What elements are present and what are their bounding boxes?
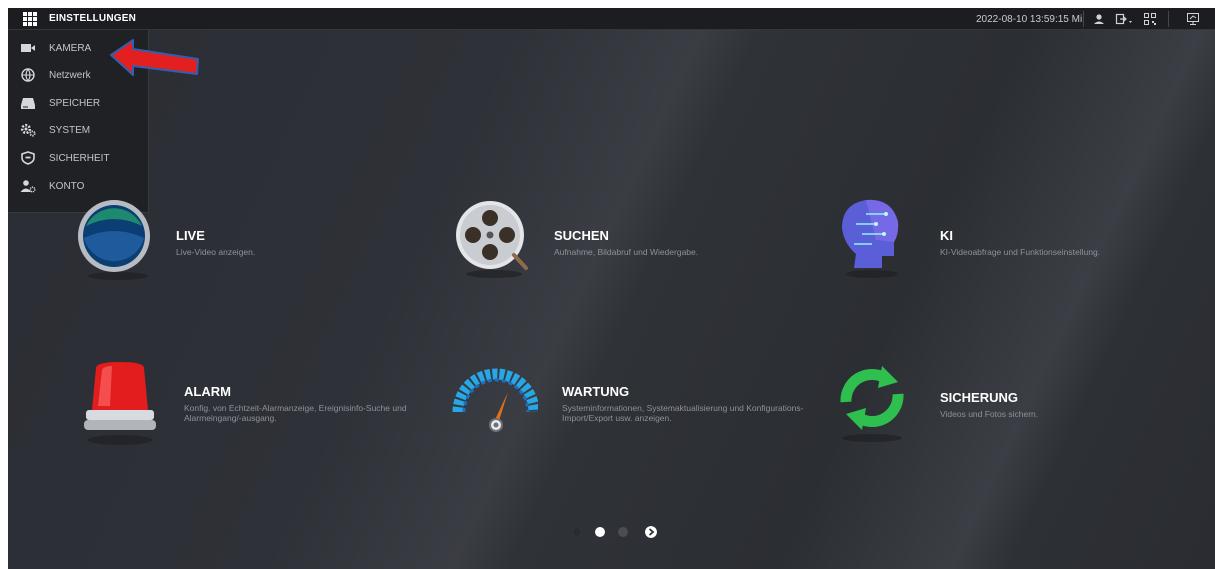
menu-item-konto[interactable]: KONTO [8, 173, 149, 199]
page-dot[interactable] [618, 527, 628, 537]
prev-page-button[interactable] [572, 527, 582, 537]
tile-wartung[interactable]: WARTUNG Systeminformationen, Systemaktua… [452, 364, 812, 454]
tile-description: Videos und Fotos sichern. [940, 409, 1039, 419]
ai-head-icon [842, 199, 899, 278]
tile-suchen[interactable]: SUCHEN Aufnahme, Bildabruf und Wiedergab… [454, 198, 814, 288]
page-title: EINSTELLUNGEN [49, 13, 137, 24]
camera-icon [21, 44, 35, 52]
user-icon[interactable] [1092, 12, 1106, 26]
tile-description: Systeminformationen, Systemaktualisierun… [562, 403, 804, 423]
logout-icon[interactable] [1115, 12, 1133, 26]
divider [1083, 11, 1084, 27]
search-reel-icon [456, 201, 528, 278]
qr-code-icon[interactable] [1143, 12, 1157, 26]
account-icon [20, 180, 36, 193]
tile-description: Aufnahme, Bildabruf und Wiedergabe. [554, 247, 699, 257]
tile-alarm[interactable]: ALARM Konfig. von Echtzeit-Alarmanzeige,… [82, 360, 442, 450]
menu-label: SPEICHER [49, 98, 101, 109]
tile-title: KI [940, 228, 953, 243]
menu-item-sicherheit[interactable]: SICHERHEIT [8, 145, 149, 171]
tile-description: Live-Video anzeigen. [176, 247, 256, 257]
pager [568, 525, 668, 539]
tile-live[interactable]: LIVE Live-Video anzeigen. [76, 198, 436, 288]
divider [1168, 11, 1169, 27]
tile-title: SUCHEN [554, 228, 609, 243]
next-page-icon[interactable] [645, 526, 657, 538]
menu-label: KAMERA [49, 43, 92, 54]
backup-sync-icon [840, 366, 904, 442]
datetime-display: 2022-08-10 13:59:15 Mi [976, 14, 1083, 25]
top-bar: EINSTELLUNGEN 2022-08-10 13:59:15 Mi [8, 8, 1215, 30]
tile-title: SICHERUNG [940, 390, 1019, 405]
alarm-siren-icon [84, 362, 156, 445]
tile-description: Konfig. von Echtzeit-Alarmanzeige, Ereig… [184, 403, 407, 423]
tile-title: WARTUNG [562, 384, 630, 399]
monitor-icon[interactable] [1186, 12, 1200, 26]
tile-ki[interactable]: KI KI-Videoabfrage und Funktionseinstell… [836, 194, 1196, 284]
grid-menu-icon[interactable] [22, 11, 38, 27]
annotation-arrow [110, 39, 199, 76]
menu-label: SYSTEM [49, 125, 91, 136]
gears-icon [20, 123, 36, 137]
shield-icon [21, 151, 35, 165]
network-icon [21, 68, 35, 82]
tile-title: LIVE [176, 228, 205, 243]
menu-item-system[interactable]: SYSTEM [8, 117, 149, 143]
gauge-icon [452, 368, 538, 432]
live-icon [78, 200, 150, 280]
menu-item-speicher[interactable]: SPEICHER [8, 90, 149, 116]
menu-label: Netzwerk [49, 70, 91, 81]
storage-icon [21, 98, 35, 109]
tile-title: ALARM [184, 384, 231, 399]
tile-description: KI-Videoabfrage und Funktionseinstellung… [940, 247, 1101, 257]
app-window: EINSTELLUNGEN 2022-08-10 13:59:15 Mi KAM… [8, 8, 1215, 569]
menu-label: SICHERHEIT [49, 153, 110, 164]
page-dot-active[interactable] [595, 527, 605, 537]
menu-label: KONTO [49, 181, 85, 192]
tile-sicherung[interactable]: SICHERUNG Videos und Fotos sichern. [832, 358, 1192, 448]
